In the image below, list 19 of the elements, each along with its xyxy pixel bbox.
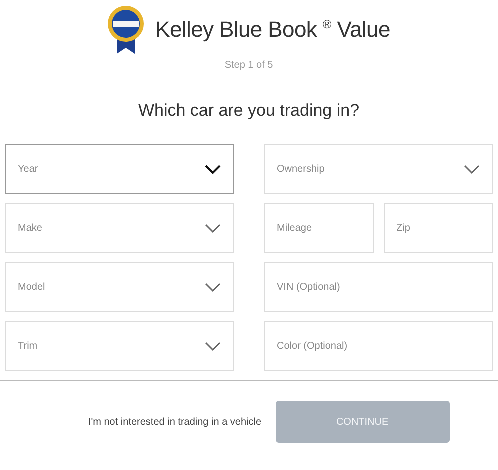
input-field[interactable]: Color (Optional) bbox=[264, 321, 493, 371]
input-field[interactable]: Mileage bbox=[264, 203, 374, 253]
select-field[interactable]: Make bbox=[5, 203, 234, 253]
step-indicator: Step 1 of 5 bbox=[224, 60, 274, 71]
chevron-down-icon bbox=[205, 224, 221, 232]
select-field[interactable]: Model bbox=[5, 262, 234, 312]
input-field[interactable]: VIN (Optional) bbox=[264, 262, 493, 312]
logo-icon bbox=[106, 4, 146, 56]
question-heading: Which car are you trading in? bbox=[137, 101, 361, 121]
chevron-down-icon bbox=[464, 164, 480, 174]
decline-trade-in-link[interactable]: I'm not interested in trading in a vehicle bbox=[88, 416, 262, 428]
chevron-down-icon bbox=[205, 282, 221, 292]
select-field[interactable]: Trim bbox=[5, 321, 234, 371]
chevron-down-icon bbox=[205, 342, 221, 350]
chevron-down-icon bbox=[205, 164, 221, 174]
page-title: Kelley Blue Book $^{®}$ Value bbox=[156, 17, 390, 43]
input-field[interactable]: Zip bbox=[384, 203, 493, 253]
select-field[interactable]: Ownership bbox=[264, 144, 493, 194]
select-field[interactable]: Year bbox=[5, 144, 234, 194]
